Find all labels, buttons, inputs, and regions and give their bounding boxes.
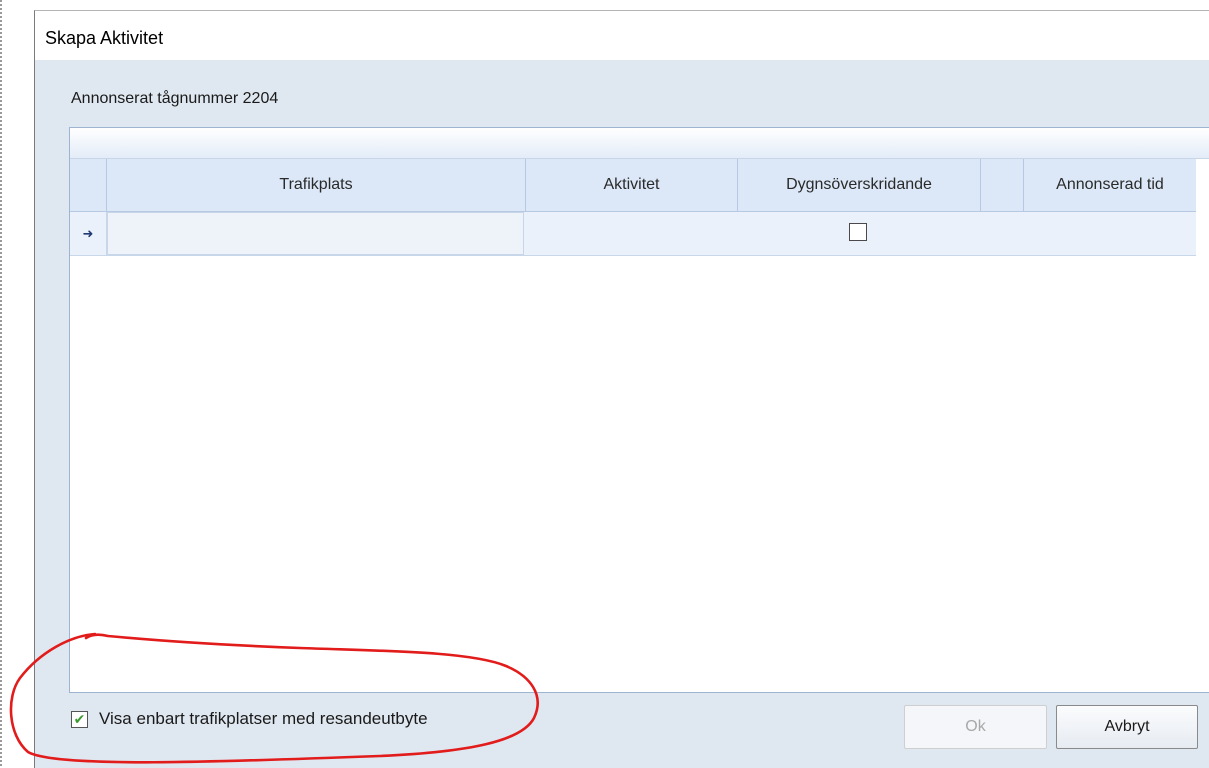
dotted-border [0,0,4,767]
filter-checkbox[interactable]: ✔ [71,711,88,728]
column-header-aktivitet[interactable]: Aktivitet [526,159,738,211]
cell-trafikplats[interactable] [107,212,524,255]
column-header-trafikplats[interactable]: Trafikplats [107,159,526,211]
dialog-window: Skapa Aktivitet Annonserat tågnummer 220… [34,10,1209,768]
header-indicator-cell [70,159,107,211]
activity-grid: Trafikplats Aktivitet Dygnsöverskridande… [69,127,1209,693]
grid-header: Trafikplats Aktivitet Dygnsöverskridande… [70,159,1196,212]
dygnsoverskridande-checkbox[interactable] [849,223,867,241]
column-header-annonserad-tid[interactable]: Annonserad tid [1024,159,1196,211]
grid-toolbar [70,128,1209,159]
cell-aktivitet[interactable] [526,212,738,255]
cancel-button[interactable]: Avbryt [1056,705,1198,749]
checkmark-icon: ✔ [73,711,86,727]
title-bar: Skapa Aktivitet [35,11,1209,60]
filter-label[interactable]: Visa enbart trafikplatser med resandeutb… [99,709,428,729]
current-row-arrow-icon: ➜ [70,212,107,255]
column-header-dygnsoverskridande[interactable]: Dygnsöverskridande [738,159,981,211]
cell-annonserad-tid[interactable] [1024,212,1196,255]
dialog-title: Skapa Aktivitet [45,28,164,48]
table-row[interactable]: ➜ [70,212,1196,256]
train-number-caption: Annonserat tågnummer 2204 [71,90,279,107]
column-header-blank[interactable] [981,159,1024,211]
ok-button[interactable]: Ok [904,705,1047,749]
